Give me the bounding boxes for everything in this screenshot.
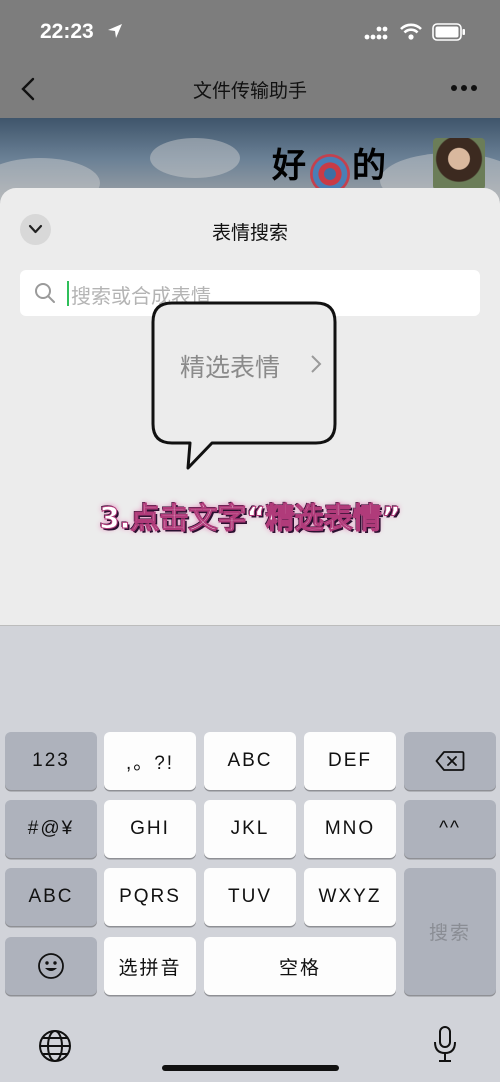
home-indicator bbox=[162, 1065, 339, 1071]
more-icon[interactable] bbox=[450, 82, 478, 94]
key-switch-abc[interactable]: ABC bbox=[5, 868, 97, 926]
search-key[interactable]: 搜索 bbox=[404, 868, 496, 995]
battery-icon bbox=[432, 23, 465, 41]
emoji-icon bbox=[38, 953, 64, 979]
key-123[interactable]: 123 bbox=[5, 732, 97, 790]
pinyin-select-label: 选拼音 bbox=[118, 956, 182, 979]
wifi-icon bbox=[400, 23, 422, 40]
key-def[interactable]: DEF bbox=[304, 732, 396, 790]
location-arrow-icon bbox=[108, 24, 122, 38]
status-time: 22:23 bbox=[40, 20, 94, 43]
key-punctuation[interactable]: ,。?! bbox=[104, 732, 196, 790]
emoji-key[interactable] bbox=[5, 937, 97, 995]
featured-emoji-link[interactable]: 精选表情 bbox=[180, 348, 280, 384]
key-jkl[interactable]: JKL bbox=[204, 800, 296, 858]
key-mno[interactable]: MNO bbox=[304, 800, 396, 858]
delete-icon bbox=[435, 751, 465, 771]
pinyin-select-key[interactable]: 选拼音 bbox=[104, 937, 196, 995]
space-key-label: 空格 bbox=[278, 956, 321, 979]
avatar[interactable] bbox=[433, 138, 485, 190]
key-abc[interactable]: ABC bbox=[204, 732, 296, 790]
key-wxyz[interactable]: WXYZ bbox=[304, 868, 396, 926]
sheet-title: 表情搜索 bbox=[211, 222, 288, 244]
chat-title: 文件传输助手 bbox=[192, 80, 307, 102]
message-sticker-char: 好 bbox=[272, 146, 308, 186]
status-bar: 22:23 bbox=[0, 0, 500, 60]
search-key-label: 搜索 bbox=[428, 922, 471, 944]
tutorial-annotation: 3.点击文字“精选表情” bbox=[99, 501, 401, 536]
chat-header: 文件传输助手 bbox=[0, 60, 500, 118]
key-symbols[interactable]: #@¥ bbox=[5, 800, 97, 858]
key-caret-emoticon[interactable]: ^^ bbox=[404, 800, 496, 858]
microphone-icon[interactable] bbox=[432, 1025, 458, 1065]
speech-bubble-outline bbox=[151, 301, 337, 470]
message-sticker-char: 的 bbox=[352, 146, 388, 186]
delete-key[interactable] bbox=[404, 732, 496, 790]
space-key[interactable]: 空格 bbox=[204, 937, 396, 995]
search-icon bbox=[35, 283, 55, 303]
key-pqrs[interactable]: PQRS bbox=[104, 868, 196, 926]
chevron-right-icon bbox=[311, 355, 322, 373]
signal-icon bbox=[364, 26, 388, 40]
key-tuv[interactable]: TUV bbox=[204, 868, 296, 926]
globe-icon[interactable] bbox=[37, 1028, 73, 1064]
key-ghi[interactable]: GHI bbox=[104, 800, 196, 858]
text-caret bbox=[67, 281, 69, 306]
